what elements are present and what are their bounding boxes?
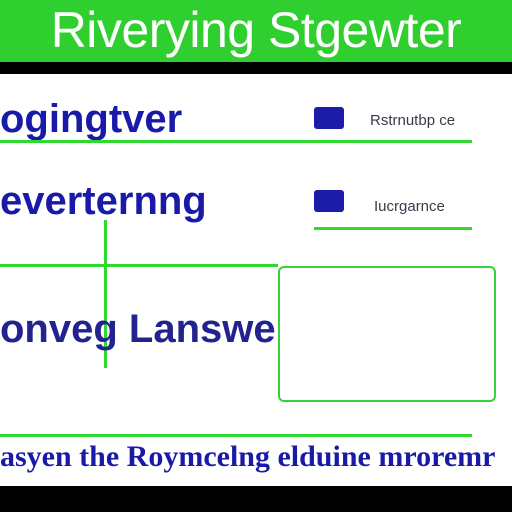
section-label: onveg Lanswer <box>0 307 292 351</box>
app-title: Riverying Stgewter <box>50 2 462 58</box>
row-label-2: everternng <box>0 179 207 223</box>
row-toggle-1[interactable] <box>314 107 344 129</box>
row-underline-1 <box>0 140 472 143</box>
row-underline-2 <box>314 227 472 230</box>
footer-bar <box>0 486 512 512</box>
row-toggle-2[interactable] <box>314 190 344 212</box>
footer-caption: asyen the Roymcelng elduine mroremr <box>0 440 496 473</box>
header-divider <box>0 62 512 74</box>
section-divider <box>0 264 278 267</box>
header-banner: Riverying Stgewter <box>0 0 512 62</box>
form-panel: ogingtver Rstrnutbp ce everternng Iucrga… <box>0 74 512 486</box>
answer-input-box[interactable] <box>278 266 496 402</box>
row-value-1: Rstrnutbp ce <box>370 112 456 129</box>
row-value-2: Iucrgarnce <box>374 198 445 215</box>
row-label-1: ogingtver <box>0 97 183 141</box>
